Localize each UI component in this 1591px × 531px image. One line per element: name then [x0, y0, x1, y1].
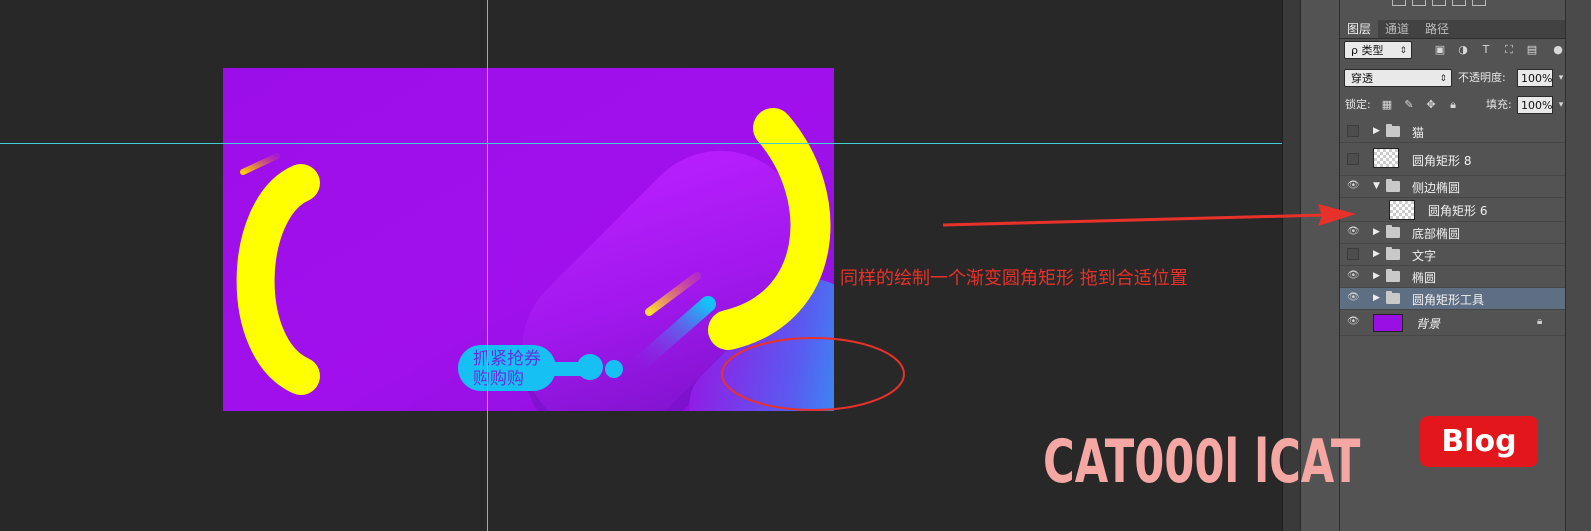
- expand-triangle-icon[interactable]: ▶: [1373, 125, 1380, 137]
- panel-tabs: 图层 通道 路径: [1340, 20, 1591, 39]
- layer-row-rounded-rect-6[interactable]: 圆角矩形 6: [1340, 198, 1566, 222]
- layer-row-ellipse[interactable]: 👁︎ ▶ 椭圆: [1340, 266, 1566, 288]
- eye-icon[interactable]: 👁︎: [1347, 292, 1360, 304]
- layer-name: 椭圆: [1412, 271, 1437, 285]
- layer-name: 文字: [1412, 249, 1437, 263]
- layer-name: 圆角矩形工具: [1412, 293, 1485, 307]
- expand-triangle-icon[interactable]: ▶: [1373, 292, 1380, 304]
- filter-kind-value: ρ 类型: [1351, 44, 1384, 57]
- image-filter-icon[interactable]: ▣: [1433, 43, 1447, 57]
- annotation-text: 同样的绘制一个渐变圆角矩形 拖到合适位置: [840, 268, 1188, 289]
- expand-triangle-icon[interactable]: ▶: [1373, 248, 1380, 260]
- folder-icon: [1386, 291, 1400, 304]
- layer-row-rounded-rect-8[interactable]: 圆角矩形 8: [1340, 143, 1566, 176]
- filter-kind-select[interactable]: ρ 类型 ⇕: [1344, 41, 1412, 59]
- opacity-label: 不透明度:: [1458, 71, 1506, 84]
- eye-icon[interactable]: 👁︎: [1347, 226, 1360, 238]
- toolbar-icon-5[interactable]: [1472, 0, 1486, 6]
- toolbar-icon-3[interactable]: [1432, 0, 1446, 6]
- opacity-input[interactable]: 100%: [1517, 69, 1553, 87]
- tab-layers[interactable]: 图层: [1340, 20, 1379, 38]
- layer-name: 猫: [1412, 126, 1425, 140]
- lock-all-icon[interactable]: 🔒︎: [1446, 98, 1460, 112]
- toolbar-icon-2[interactable]: [1412, 0, 1426, 6]
- expand-triangle-icon[interactable]: ▶: [1373, 270, 1380, 282]
- coupon-text-line1: 抓紧抢券: [473, 349, 541, 369]
- watermark-text: CAT000l lCAT: [1043, 427, 1361, 497]
- folder-icon: [1386, 269, 1400, 282]
- layer-thumbnail: [1373, 314, 1403, 332]
- lock-icon: 🔒︎: [1537, 316, 1543, 327]
- vertical-guide-line[interactable]: [487, 0, 488, 531]
- eye-icon[interactable]: 👁︎: [1347, 316, 1360, 328]
- toolbar-icon-1[interactable]: [1392, 0, 1406, 6]
- blog-badge: Blog: [1420, 416, 1538, 467]
- open-folder-icon: [1386, 179, 1400, 192]
- layer-name: 背景: [1416, 317, 1441, 331]
- folder-icon: [1386, 225, 1400, 238]
- toolbar-icon-4[interactable]: [1452, 0, 1466, 6]
- collapse-triangle-icon[interactable]: ▼: [1373, 180, 1380, 192]
- chevron-updown-icon: ⇕: [1399, 46, 1407, 56]
- layer-name: 底部椭圆: [1412, 227, 1461, 241]
- visibility-toggle[interactable]: [1347, 248, 1359, 260]
- adjustment-filter-icon[interactable]: ◑: [1456, 43, 1470, 57]
- layer-row-cat[interactable]: ▶ 猫: [1340, 121, 1566, 143]
- filter-row: ρ 类型 ⇕ ▣ ◑ T ⛶ ▤ ●: [1340, 41, 1591, 65]
- layer-thumbnail: [1373, 148, 1399, 168]
- chevron-updown-icon: ⇕: [1439, 74, 1447, 84]
- panel-top-toolbar: [1390, 0, 1590, 8]
- blend-mode-select[interactable]: 穿透 ⇕: [1344, 69, 1452, 87]
- lock-transparency-icon[interactable]: ▦: [1380, 98, 1394, 112]
- shape-filter-icon[interactable]: ⛶: [1502, 43, 1516, 57]
- coupon-text-line2: 购购购: [473, 369, 524, 389]
- lock-pixels-icon[interactable]: ✎: [1402, 98, 1416, 112]
- horizontal-guide-line[interactable]: [0, 143, 1282, 144]
- tab-channels[interactable]: 通道: [1378, 20, 1416, 38]
- folder-icon: [1386, 247, 1400, 260]
- blend-row: 穿透 ⇕ 不透明度: 100% ▾: [1340, 68, 1591, 92]
- folder-icon: [1386, 124, 1400, 137]
- layer-thumbnail: [1389, 200, 1415, 220]
- tab-paths[interactable]: 路径: [1418, 20, 1456, 38]
- expand-triangle-icon[interactable]: ▶: [1373, 226, 1380, 238]
- visibility-toggle[interactable]: [1347, 153, 1359, 165]
- type-filter-icon[interactable]: T: [1479, 43, 1493, 57]
- layer-name: 圆角矩形 8: [1412, 154, 1472, 168]
- layer-name: 圆角矩形 6: [1428, 204, 1488, 218]
- filter-toggle-icon[interactable]: ●: [1551, 43, 1565, 57]
- lock-row: 锁定: ▦ ✎ ✥ 🔒︎ 填充: 100% ▾: [1340, 95, 1591, 119]
- smart-object-filter-icon[interactable]: ▤: [1525, 43, 1539, 57]
- lock-position-icon[interactable]: ✥: [1424, 98, 1438, 112]
- layer-row-rounded-rect-tool[interactable]: 👁︎ ▶ 圆角矩形工具: [1340, 288, 1566, 310]
- design-canvas[interactable]: 抓紧抢券 购购购: [223, 68, 834, 411]
- layer-name: 侧边椭圆: [1412, 181, 1461, 195]
- layer-row-bottom-ellipse[interactable]: 👁︎ ▶ 底部椭圆: [1340, 222, 1566, 244]
- fill-label: 填充:: [1486, 98, 1512, 111]
- lock-label: 锁定:: [1345, 98, 1371, 111]
- fill-input[interactable]: 100%: [1517, 96, 1553, 114]
- eye-icon[interactable]: 👁︎: [1347, 270, 1360, 282]
- layer-row-side-ellipse[interactable]: 👁︎ ▼ 侧边椭圆: [1340, 176, 1566, 198]
- visibility-toggle[interactable]: [1347, 125, 1359, 137]
- eye-icon[interactable]: 👁︎: [1347, 180, 1360, 192]
- layer-row-text[interactable]: ▶ 文字: [1340, 244, 1566, 266]
- panel-right-scroll-area[interactable]: [1565, 0, 1591, 531]
- layer-row-background[interactable]: 👁︎ 背景 🔒︎: [1340, 310, 1566, 336]
- blend-mode-value: 穿透: [1351, 72, 1373, 85]
